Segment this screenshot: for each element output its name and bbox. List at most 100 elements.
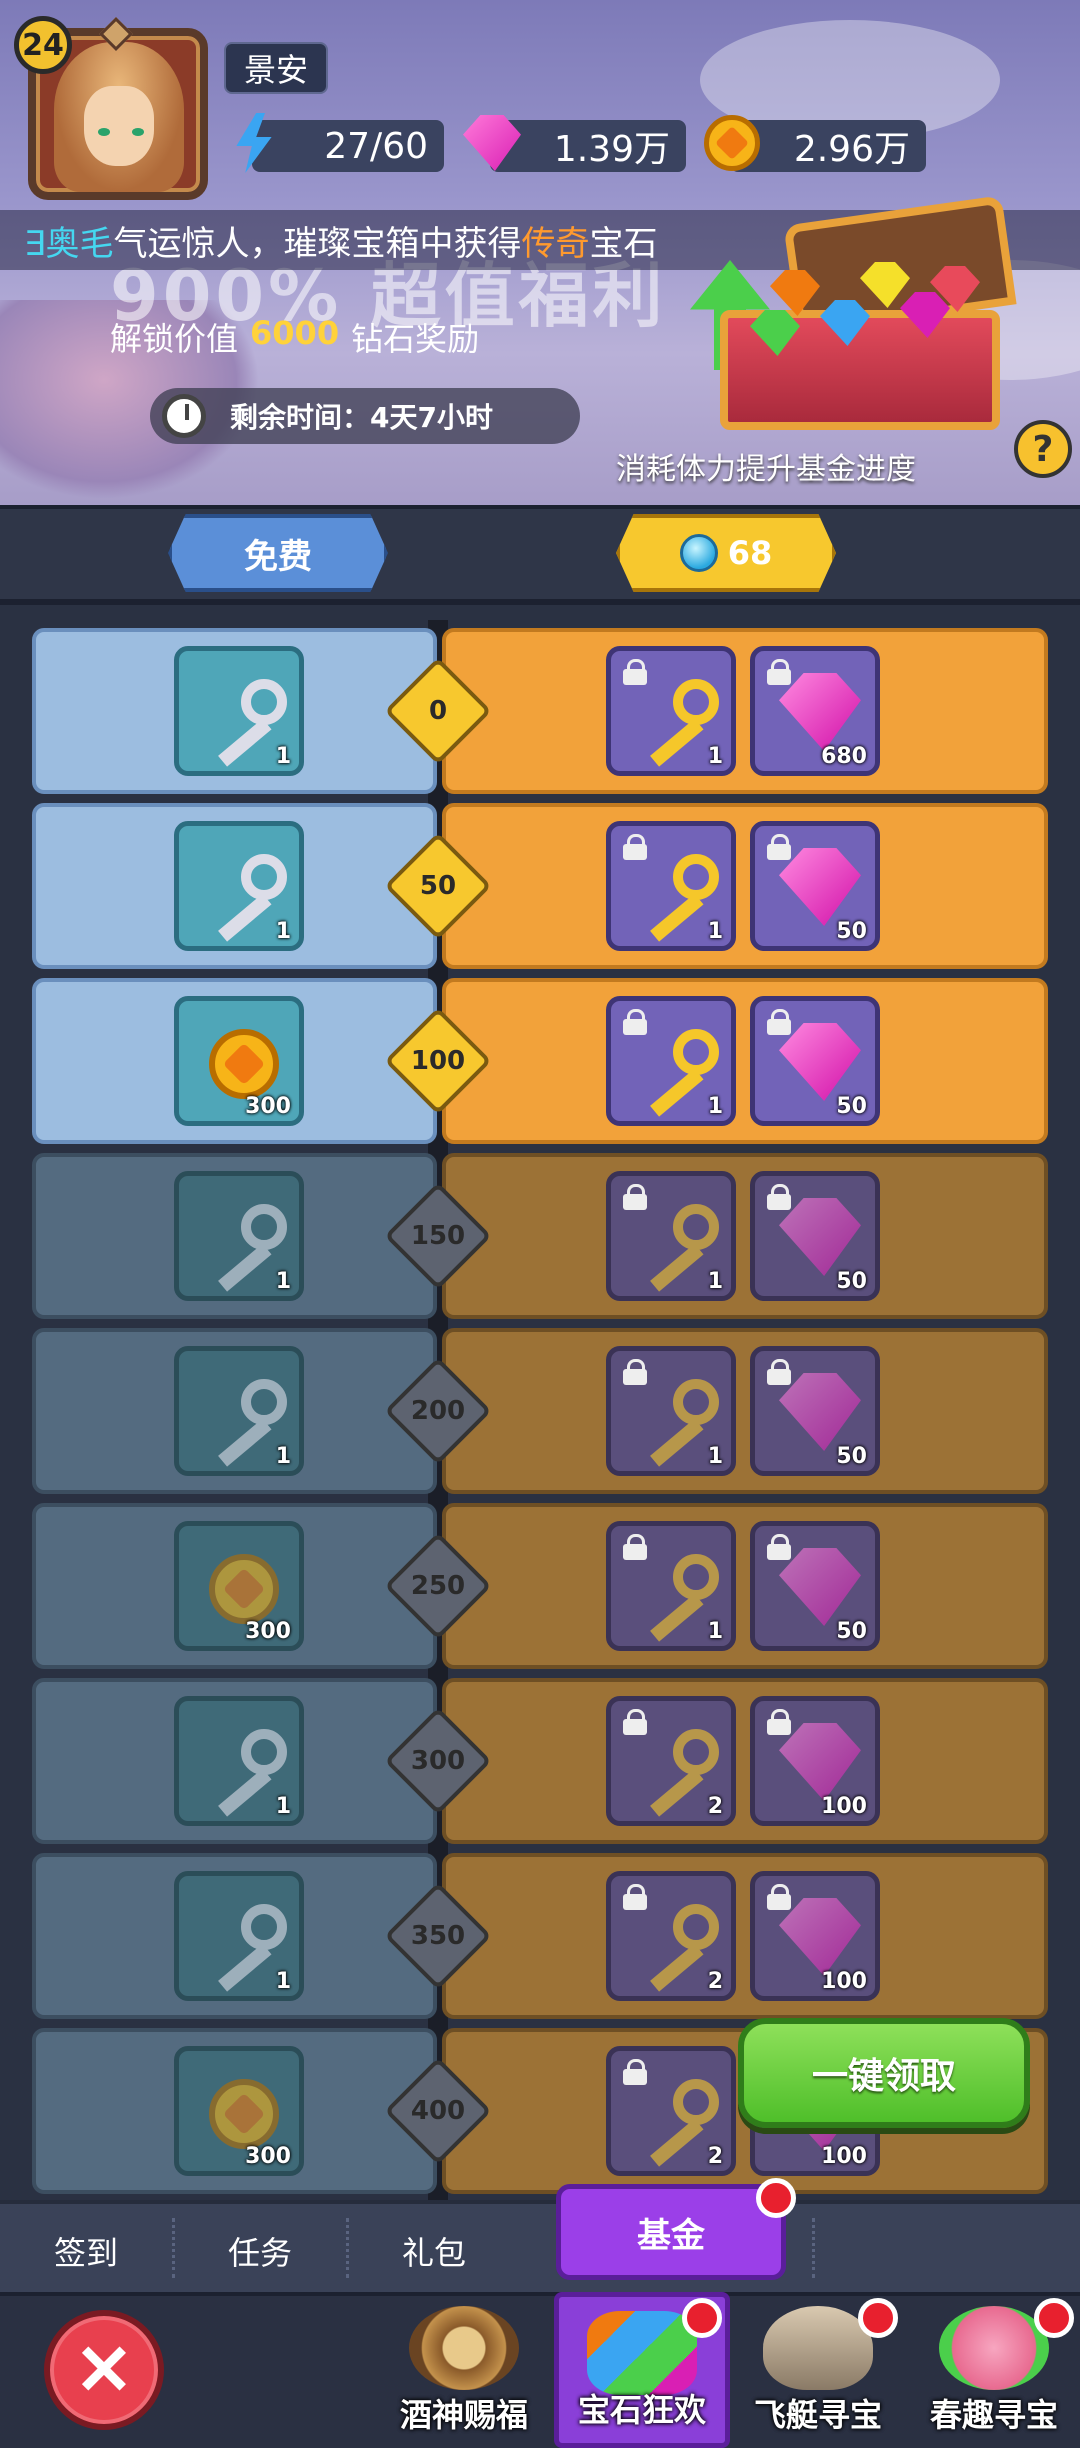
tab-fund[interactable]: 基金 xyxy=(556,2184,786,2280)
reward-count: 1 xyxy=(707,919,723,944)
lock-icon xyxy=(767,1184,791,1210)
milestone-value: 250 xyxy=(410,1571,466,1601)
gold-key-icon xyxy=(633,679,719,767)
paid-key-slot[interactable]: 2 xyxy=(606,1696,736,1826)
gem-icon xyxy=(779,1548,861,1626)
buy-paid-track-button[interactable]: 68 xyxy=(616,514,836,592)
coin-icon xyxy=(209,1554,279,1624)
ticker-highlight: 传奇 xyxy=(521,223,590,264)
free-reward-slot[interactable]: 1 xyxy=(174,646,304,776)
paid-gem-slot[interactable]: 100 xyxy=(750,1696,880,1826)
event-tab-label: 飞艇寻宝 xyxy=(753,2396,882,2434)
paid-key-slot[interactable]: 1 xyxy=(606,821,736,951)
close-button[interactable]: ✕ xyxy=(44,2310,164,2430)
reward-count: 2 xyxy=(707,2144,723,2169)
free-reward-slot[interactable]: 1 xyxy=(174,1171,304,1301)
paid-reward-cell: 1 50 xyxy=(442,1503,1048,1669)
gem-icon xyxy=(779,1898,861,1976)
gold-key-icon xyxy=(633,1029,719,1117)
gold-key-icon xyxy=(633,1904,719,1992)
reward-count: 1 xyxy=(707,1444,723,1469)
milestone-value: 150 xyxy=(410,1221,466,1251)
event-tab-0[interactable]: 酒神赐福 xyxy=(376,2292,552,2448)
reward-count: 1 xyxy=(275,1969,291,1994)
silver-key-icon xyxy=(201,679,287,767)
gold-key-icon xyxy=(633,1729,719,1817)
free-reward-cell: 1 xyxy=(32,1153,437,1319)
silver-key-icon xyxy=(201,1204,287,1292)
gem-icon xyxy=(779,848,861,926)
reward-count: 300 xyxy=(245,2144,291,2169)
paid-gem-slot[interactable]: 50 xyxy=(750,821,880,951)
lock-icon xyxy=(767,1534,791,1560)
paid-key-slot[interactable]: 1 xyxy=(606,646,736,776)
free-reward-slot[interactable]: 300 xyxy=(174,1521,304,1651)
free-reward-slot[interactable]: 1 xyxy=(174,1871,304,2001)
player-header: 24 景安 27/60 1.39万 2.96万 xyxy=(0,0,1080,205)
paid-gem-slot[interactable]: 50 xyxy=(750,1171,880,1301)
lock-icon xyxy=(767,1884,791,1910)
reward-count: 300 xyxy=(245,1094,291,1119)
paid-gem-slot[interactable]: 680 xyxy=(750,646,880,776)
reward-count: 1 xyxy=(275,1794,291,1819)
reward-row: 1 1 50 xyxy=(32,803,1048,969)
reward-row: 1 1 680 xyxy=(32,628,1048,794)
paid-reward-cell: 1 50 xyxy=(442,1153,1048,1319)
clock-icon xyxy=(162,394,206,438)
gold-key-icon xyxy=(633,1379,719,1467)
paid-reward-cell: 1 50 xyxy=(442,803,1048,969)
paid-key-slot[interactable]: 1 xyxy=(606,1171,736,1301)
treasure-chest-icon xyxy=(690,195,1020,440)
gem-icon xyxy=(779,673,861,751)
tab-tasks[interactable]: 任务 xyxy=(228,2228,292,2274)
paid-key-slot[interactable]: 1 xyxy=(606,1521,736,1651)
reward-count: 1 xyxy=(707,1269,723,1294)
paid-gem-slot[interactable]: 100 xyxy=(750,1871,880,2001)
reward-row: 1 1 50 xyxy=(32,1153,1048,1319)
reward-count: 1 xyxy=(275,1269,291,1294)
reward-count: 50 xyxy=(836,1619,867,1644)
free-reward-slot[interactable]: 1 xyxy=(174,1696,304,1826)
track-header-bar xyxy=(0,505,1080,605)
reward-count: 50 xyxy=(836,1444,867,1469)
milestone-value: 400 xyxy=(410,2096,466,2126)
reward-count: 1 xyxy=(275,1444,291,1469)
free-track-label: 免费 xyxy=(168,514,388,592)
reward-count: 300 xyxy=(245,1619,291,1644)
paid-key-slot[interactable]: 2 xyxy=(606,2046,736,2176)
help-button[interactable]: ? xyxy=(1014,420,1072,478)
free-reward-slot[interactable]: 300 xyxy=(174,996,304,1126)
ticker-text: 气运惊人，璀璨宝箱中获得 xyxy=(113,223,522,264)
reward-count: 100 xyxy=(821,1794,867,1819)
paid-key-slot[interactable]: 1 xyxy=(606,1346,736,1476)
milestone-value: 350 xyxy=(410,1921,466,1951)
gold-key-icon xyxy=(633,1554,719,1642)
free-reward-slot[interactable]: 1 xyxy=(174,1346,304,1476)
reward-row: 1 2 100 xyxy=(32,1853,1048,2019)
notification-dot xyxy=(1034,2298,1074,2338)
reward-count: 50 xyxy=(836,1094,867,1119)
tab-signin[interactable]: 签到 xyxy=(54,2228,118,2274)
reward-count: 1 xyxy=(707,1619,723,1644)
paid-gem-slot[interactable]: 50 xyxy=(750,1346,880,1476)
reward-row: 300 1 50 xyxy=(32,1503,1048,1669)
paid-gem-slot[interactable]: 50 xyxy=(750,996,880,1126)
free-reward-cell: 1 xyxy=(32,628,437,794)
countdown-timer: 剩余时间：4天7小时 xyxy=(150,388,580,444)
tab-gifts[interactable]: 礼包 xyxy=(402,2228,466,2274)
wheel-icon xyxy=(409,2306,519,2390)
reward-count: 50 xyxy=(836,919,867,944)
paid-gem-slot[interactable]: 50 xyxy=(750,1521,880,1651)
fund-hint-text: 消耗体力提升基金进度 xyxy=(616,452,916,487)
free-reward-slot[interactable]: 300 xyxy=(174,2046,304,2176)
gem-icon xyxy=(779,1198,861,1276)
gems-icon xyxy=(587,2311,697,2395)
paid-reward-cell: 1 50 xyxy=(442,978,1048,1144)
coin-icon xyxy=(700,110,764,176)
orb-icon xyxy=(679,534,718,572)
paid-key-slot[interactable]: 2 xyxy=(606,1871,736,2001)
free-reward-slot[interactable]: 1 xyxy=(174,821,304,951)
paid-key-slot[interactable]: 1 xyxy=(606,996,736,1126)
claim-all-button[interactable]: 一键领取 xyxy=(738,2018,1030,2128)
fund-notification-dot xyxy=(756,2178,796,2218)
